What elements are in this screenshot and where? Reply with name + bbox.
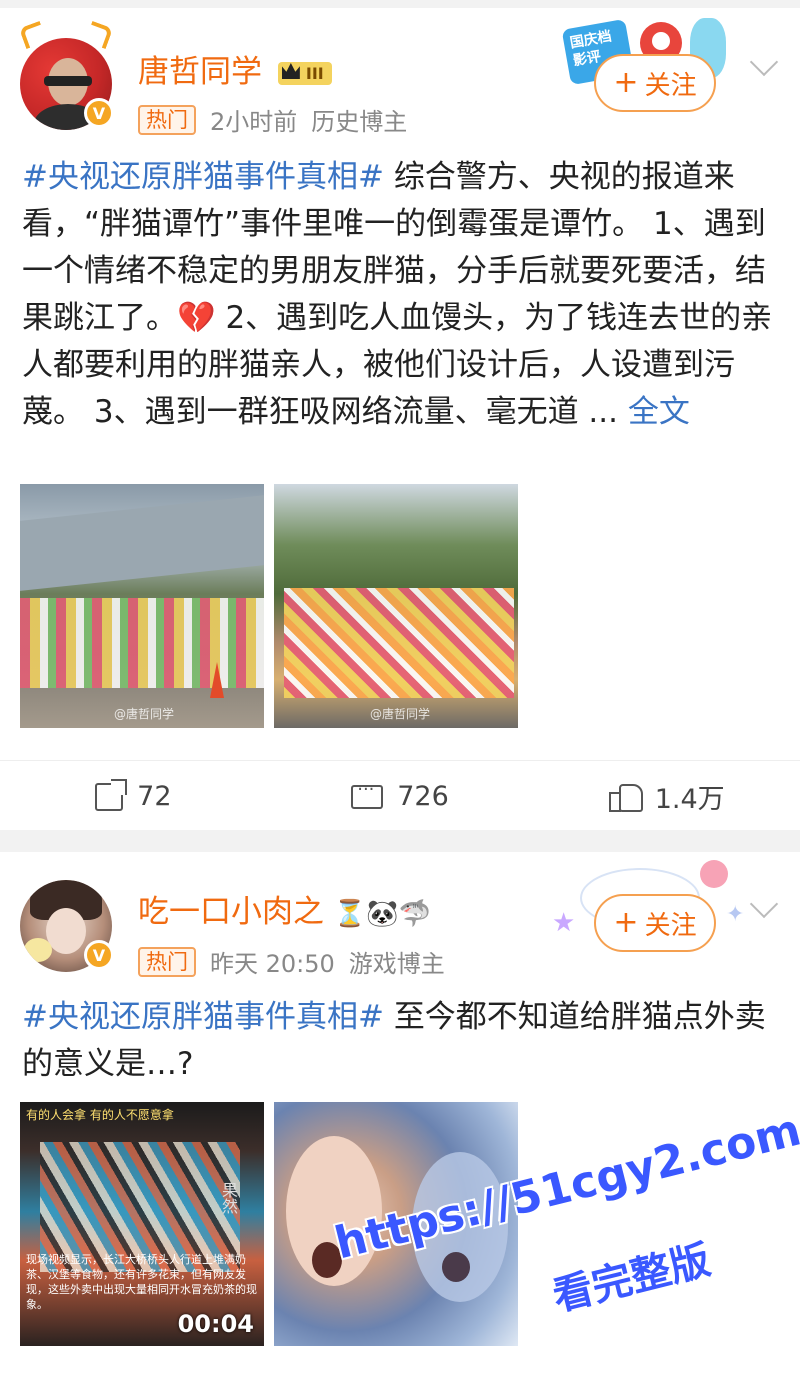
crown-badge-icon: III <box>277 62 332 85</box>
expand-full-text-link[interactable]: 全文 <box>628 394 690 430</box>
image-watermark: @唐哲同学 <box>370 707 431 721</box>
username-text: 吃一口小肉之 <box>138 894 324 930</box>
topic-link[interactable]: #央视还原胖猫事件真相# <box>22 999 384 1035</box>
username[interactable]: 唐哲同学 III <box>138 46 332 91</box>
verified-icon: V <box>84 98 114 128</box>
video-duration: 00:04 <box>177 1310 254 1338</box>
thumbs-up-icon <box>608 782 643 812</box>
post-text: #央视还原胖猫事件真相# 至今都不知道给胖猫点外卖的意义是…? <box>22 994 778 1088</box>
avatar[interactable]: V <box>20 880 114 972</box>
post-image[interactable]: @唐哲同学 <box>20 484 264 728</box>
video-caption-bottom: 现场视频显示，长江大桥桥头人行道上堆满奶茶、汉堡等食物，还有许多花束，但有网友发… <box>26 1253 257 1311</box>
comment-button[interactable]: 726 <box>267 761 534 832</box>
post-text: #央视还原胖猫事件真相# 综合警方、央视的报道来看，“胖猫谭竹”事件里唯一的倒霉… <box>22 154 778 436</box>
plus-icon: + <box>613 65 639 100</box>
hot-tag: 热门 <box>138 104 196 135</box>
post-image[interactable]: @唐哲同学 <box>274 484 518 728</box>
strawberry-icon <box>700 860 728 888</box>
repost-count: 72 <box>137 781 172 812</box>
chevron-down-icon[interactable] <box>749 47 779 77</box>
bridge-shape <box>20 495 264 591</box>
eye-white <box>652 32 670 50</box>
follow-button[interactable]: + 关注 <box>594 894 716 952</box>
verified-icon: V <box>84 940 114 970</box>
author-category: 游戏博主 <box>348 950 445 978</box>
mouth-shape <box>442 1252 470 1282</box>
username[interactable]: 吃一口小肉之 ⏳🐼🦈 <box>138 886 431 931</box>
star-icon: ★ <box>552 908 576 938</box>
follow-label: 关注 <box>644 910 697 941</box>
post-card: V 唐哲同学 III 热门 2小时前 历史博主 国庆档影评 + 关注 #央视还原… <box>0 8 800 830</box>
action-bar: 72 726 1.4万 <box>0 760 800 832</box>
video-watermark: 果然 <box>219 1182 238 1214</box>
author-category: 历史博主 <box>311 108 408 136</box>
post-time: 昨天 20:50 <box>210 950 335 978</box>
comment-count: 726 <box>397 781 449 812</box>
meta-row: 热门 2小时前 历史博主 <box>138 102 407 137</box>
topic-link[interactable]: #央视还原胖猫事件真相# <box>22 159 384 195</box>
top-gap <box>0 0 800 8</box>
chevron-down-icon[interactable] <box>749 889 779 919</box>
avatar[interactable]: V <box>18 20 114 130</box>
share-icon <box>95 778 128 811</box>
follow-label: 关注 <box>644 70 697 101</box>
like-count: 1.4万 <box>654 784 725 815</box>
meta-row: 热门 昨天 20:50 游戏博主 <box>138 944 445 979</box>
star-icon: ✦ <box>726 902 745 927</box>
repost-button[interactable]: 72 <box>0 761 267 832</box>
like-button[interactable]: 1.4万 <box>533 761 800 832</box>
post-body: 综合警方、央视的报道来看，“胖猫谭竹”事件里唯一的倒霉蛋是谭竹。 1、遇到一个情… <box>22 159 773 430</box>
post-separator <box>0 830 800 852</box>
flowers-shape <box>20 598 264 688</box>
hot-tag: 热门 <box>138 946 196 977</box>
flowers-shape <box>284 588 514 698</box>
follow-button[interactable]: + 关注 <box>594 54 716 112</box>
crown-icon <box>281 63 300 79</box>
username-emoji-icons: ⏳🐼🦈 <box>333 899 431 929</box>
video-thumbnail[interactable]: 有的人会拿 有的人不愿意拿 果然 现场视频显示，长江大桥桥头人行道上堆满奶茶、汉… <box>20 1102 264 1346</box>
post-time: 2小时前 <box>210 108 298 136</box>
plus-icon: + <box>613 905 639 940</box>
comment-icon <box>351 779 384 809</box>
post-card: V 吃一口小肉之 ⏳🐼🦈 热门 昨天 20:50 游戏博主 ★ ✦ + 关注 #… <box>0 852 800 1380</box>
video-caption-top: 有的人会拿 有的人不愿意拿 <box>26 1108 174 1122</box>
level-badge: III <box>305 64 324 83</box>
username-text: 唐哲同学 <box>138 54 262 90</box>
image-watermark: @唐哲同学 <box>114 707 175 721</box>
